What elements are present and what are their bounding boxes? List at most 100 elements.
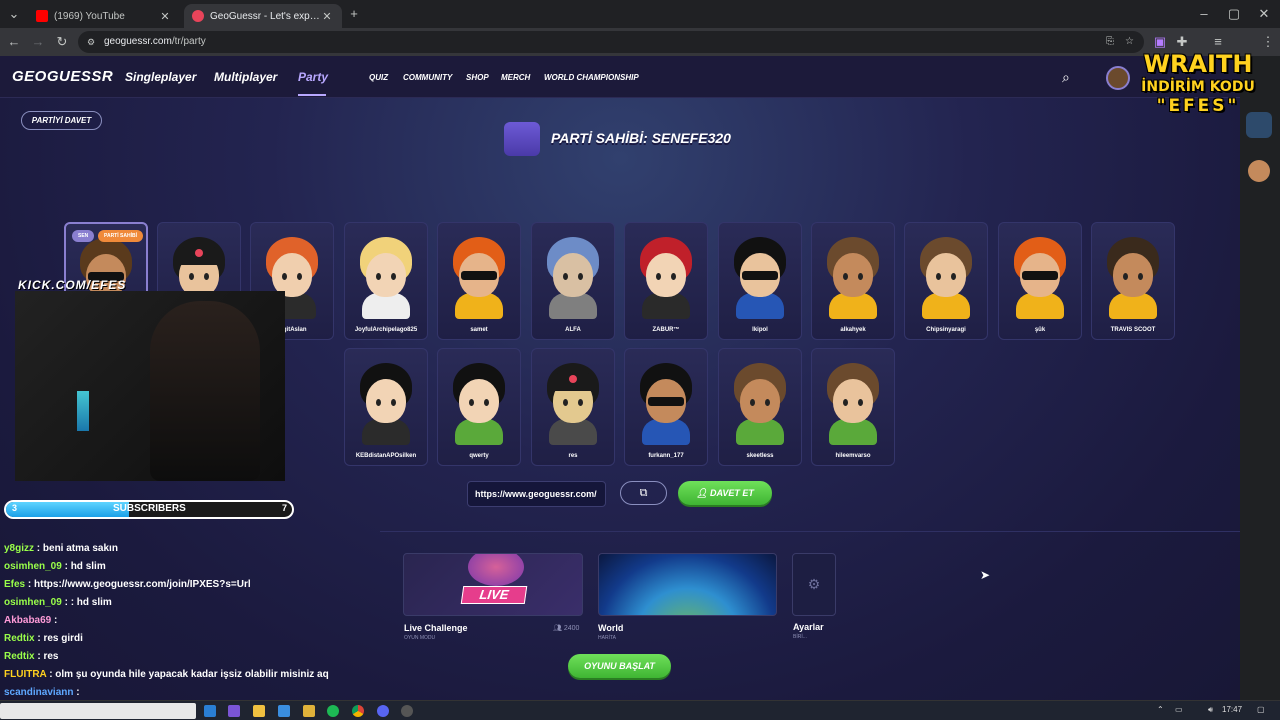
network-icon[interactable]: ▭ [1175, 705, 1183, 714]
minimize-icon[interactable]: – [1196, 6, 1212, 22]
member-card[interactable]: hileemvarso [811, 348, 895, 466]
member-card[interactable]: furkann_177 [624, 348, 708, 466]
copy-link-button[interactable]: ⧉ [620, 481, 667, 505]
member-card[interactable]: res [531, 348, 615, 466]
chat-username[interactable]: Redtix [4, 651, 35, 662]
reload-icon[interactable]: ↻ [54, 34, 70, 50]
file-explorer-icon[interactable] [253, 705, 265, 717]
chat-username[interactable]: scandinaviann [4, 687, 73, 698]
invite-url-field[interactable]: https://www.geoguessr.com/ [467, 481, 606, 507]
forward-icon[interactable]: → [30, 34, 46, 50]
chat-username[interactable]: osimhen_09 [4, 597, 62, 608]
nav-quiz[interactable]: QUIZ [369, 73, 388, 82]
chat-message: osimhen_09 : : hd slim [4, 594, 384, 612]
folder-icon[interactable] [303, 705, 315, 717]
member-card[interactable]: skeetless [718, 348, 802, 466]
nav-singleplayer[interactable]: Singleplayer [125, 70, 196, 84]
member-name: furkann_177 [648, 453, 684, 459]
member-card[interactable]: TRAVIS SCOOT [1091, 222, 1175, 340]
taskbar-search-box[interactable] [0, 703, 196, 719]
chat-username[interactable]: y8gizz [4, 543, 34, 554]
url-input[interactable]: ⚙ geoguessr.com/tr/party ⎘ ☆ [78, 31, 1144, 53]
more-menu-icon[interactable]: ⋮ [1260, 34, 1276, 50]
host-avatar-icon [504, 122, 540, 156]
chat-message: osimhen_09 : hd slim [4, 558, 384, 576]
nav-merch[interactable]: MERCH [501, 73, 530, 82]
member-card[interactable]: Ikipol [718, 222, 802, 340]
mode-title-settings: Ayarlar [793, 622, 824, 632]
chevron-up-icon[interactable]: ⌃ [1157, 705, 1164, 714]
member-avatar [730, 359, 790, 445]
player-count: 👥︎ 2400 [553, 624, 579, 632]
chrome-icon[interactable] [352, 705, 364, 717]
member-card[interactable]: JoyfulArchipelago825 [344, 222, 428, 340]
nav-shop[interactable]: SHOP [466, 73, 489, 82]
invite-button[interactable]: 👤︎ DAVET ET [678, 481, 772, 505]
mode-card-live-challenge[interactable]: LIVE [403, 553, 583, 616]
member-card[interactable]: samet [437, 222, 521, 340]
sub-current: 3 [12, 503, 18, 513]
chat-username[interactable]: Akbaba69 [4, 615, 51, 626]
webcam-feed [15, 291, 285, 481]
invite-party-button[interactable]: PARTİYİ DAVET [21, 111, 102, 130]
chat-text: : olm şu oyunda hile yapacak kadar işsiz… [49, 669, 329, 680]
obs-icon[interactable] [401, 705, 413, 717]
member-card[interactable]: Chipsinyaragi [904, 222, 988, 340]
volume-icon[interactable]: 🔊︎ [1208, 705, 1213, 715]
clock[interactable]: 17:47 [1222, 705, 1242, 714]
nav-world-championship[interactable]: WORLD CHAMPIONSHIP [544, 73, 639, 82]
side-avatar-2[interactable] [1248, 160, 1270, 182]
chat-text: : https://www.geoguessr.com/join/IPXES?s… [27, 579, 251, 590]
browser-side-panel [1240, 56, 1280, 700]
back-icon[interactable]: ← [6, 34, 22, 50]
reading-list-icon[interactable]: ≡ [1210, 34, 1226, 50]
avatar[interactable] [1106, 66, 1130, 90]
nav-party[interactable]: Party [298, 70, 328, 84]
member-name: alkahyek [840, 327, 866, 333]
geoguessr-logo[interactable]: GEOGUESSR [12, 68, 113, 85]
notification-icon[interactable]: ▢ [1257, 705, 1265, 714]
extensions-puzzle-icon[interactable]: ✚ [1174, 34, 1190, 50]
close-tab-icon[interactable]: ✕ [158, 10, 172, 23]
close-tab-icon[interactable]: ✕ [320, 10, 334, 23]
search-icon[interactable]: ⌕ [1062, 69, 1070, 86]
new-tab-button[interactable]: + [346, 6, 362, 22]
youtube-icon [36, 10, 48, 22]
chat-username[interactable]: FLUITRA [4, 669, 46, 680]
maximize-icon[interactable]: ▢ [1226, 6, 1242, 22]
edge-icon[interactable] [204, 705, 216, 717]
chat-username[interactable]: osimhen_09 [4, 561, 62, 572]
store-icon[interactable] [278, 705, 290, 717]
chat-username[interactable]: Efes [4, 579, 25, 590]
site-info-icon[interactable]: ⚙ [87, 31, 95, 53]
member-avatar [1010, 233, 1070, 319]
tab-search-icon[interactable]: ⌄ [6, 6, 22, 22]
stream-chat: y8gizz : beni atma sakın osimhen_09 : hd … [4, 540, 384, 720]
member-card[interactable]: alkahyek [811, 222, 895, 340]
close-window-icon[interactable]: ✕ [1256, 6, 1272, 22]
chat-text: : res girdi [37, 633, 83, 644]
chat-text: : : hd slim [64, 597, 112, 608]
member-avatar [823, 359, 883, 445]
app-icon[interactable] [228, 705, 240, 717]
mode-card-world[interactable] [598, 553, 777, 616]
tab-youtube[interactable]: (1969) YouTube ✕ [28, 4, 180, 28]
member-card[interactable]: şük [998, 222, 1082, 340]
member-card[interactable]: ALFA [531, 222, 615, 340]
spotify-icon[interactable] [327, 705, 339, 717]
discord-icon[interactable] [377, 705, 389, 717]
address-bar-row: ← → ↻ ⚙ geoguessr.com/tr/party ⎘ ☆ ▣ ✚ ≡… [0, 28, 1280, 56]
chat-username[interactable]: Redtix [4, 633, 35, 644]
extension-icon[interactable]: ▣ [1152, 34, 1168, 50]
member-card[interactable]: KEBdistanAPOsilken [344, 348, 428, 466]
install-icon[interactable]: ⎘ [1106, 31, 1114, 53]
settings-card[interactable]: ⚙ [792, 553, 836, 616]
tab-geoguessr[interactable]: GeoGuessr - Let's explore the w ✕ [184, 4, 342, 28]
nav-multiplayer[interactable]: Multiplayer [214, 70, 277, 84]
nav-community[interactable]: COMMUNITY [403, 73, 452, 82]
start-game-button[interactable]: OYUNU BAŞLAT [568, 654, 671, 678]
geoguessr-header: GEOGUESSR Singleplayer Multiplayer Party… [0, 56, 1240, 98]
member-card[interactable]: qwerty [437, 348, 521, 466]
member-card[interactable]: ZABUR™ [624, 222, 708, 340]
pc-rgb-light [77, 391, 89, 431]
